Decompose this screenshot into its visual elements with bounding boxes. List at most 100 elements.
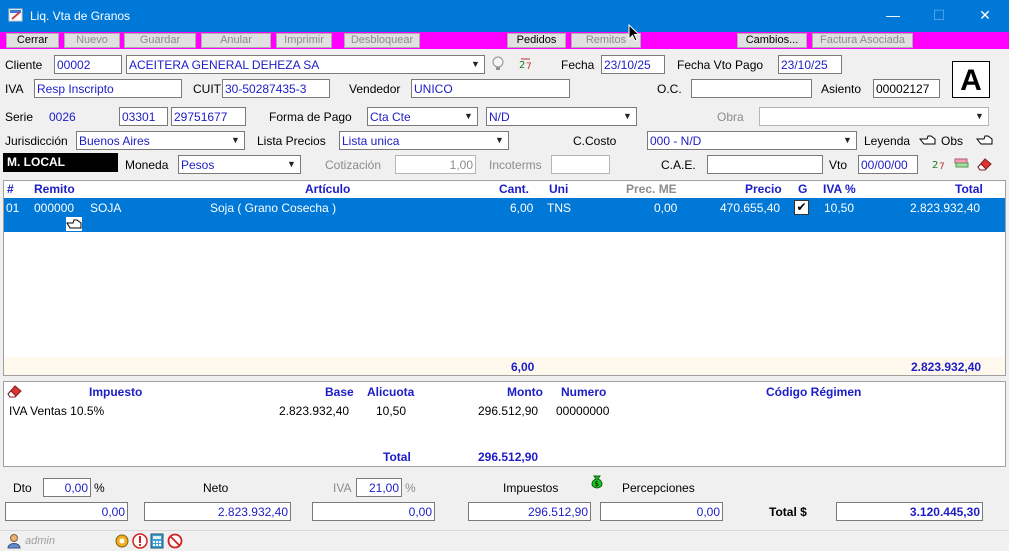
leyenda-label: Leyenda bbox=[864, 134, 911, 148]
oc-field[interactable] bbox=[691, 79, 812, 98]
total-field: 3.120.445,30 bbox=[836, 502, 983, 521]
table-row[interactable]: IVA Ventas 10.5% 2.823.932,40 10,50 296.… bbox=[4, 402, 1005, 420]
cambios-button[interactable]: Cambios... bbox=[737, 33, 807, 48]
chevron-down-icon[interactable]: ▼ bbox=[492, 133, 507, 148]
col-numero[interactable]: Numero bbox=[561, 385, 606, 399]
footer-cant: 6,00 bbox=[511, 360, 535, 374]
eraser-icon[interactable] bbox=[976, 156, 994, 172]
col-monto[interactable]: Monto bbox=[507, 385, 543, 399]
serie-value: 0026 bbox=[49, 110, 76, 124]
forma-pago-2-combo[interactable]: N/D ▼ bbox=[486, 107, 637, 126]
calculator-icon[interactable]: 27 bbox=[932, 157, 946, 171]
fecha-vto-field[interactable]: 23/10/25 bbox=[778, 55, 842, 74]
dto-pct-field[interactable]: 0,00 bbox=[43, 478, 91, 497]
iva-label: IVA bbox=[5, 82, 24, 96]
row-g-checkbox[interactable]: ✔ bbox=[794, 200, 809, 215]
table-row[interactable]: 01 000000 SOJA Soja ( Grano Cosecha ) 6,… bbox=[4, 198, 1005, 232]
row-iva: 10,50 bbox=[824, 201, 855, 215]
fecha-label: Fecha bbox=[561, 58, 595, 72]
maximize-button[interactable]: ☐ bbox=[916, 0, 962, 31]
cuit-field[interactable]: 30-50287435-3 bbox=[222, 79, 330, 98]
numero-comprobante-field[interactable]: 29751677 bbox=[171, 107, 246, 126]
punto-venta-field[interactable]: 03301 bbox=[119, 107, 168, 126]
cliente-code-field[interactable]: 00002 bbox=[54, 55, 122, 74]
cotizacion-label: Cotización bbox=[325, 158, 382, 172]
warning-icon[interactable] bbox=[132, 533, 148, 549]
chevron-down-icon[interactable]: ▼ bbox=[840, 133, 855, 148]
row-remito: 000000 bbox=[34, 201, 75, 215]
money-bag-icon[interactable]: $ bbox=[589, 474, 605, 490]
chevron-down-icon[interactable]: ▼ bbox=[284, 157, 299, 172]
cliente-name-combo[interactable]: ACEITERA GENERAL DEHEZA SA ▼ bbox=[126, 55, 485, 74]
lista-precios-value: Lista unica bbox=[342, 134, 400, 148]
forma-pago-2-value: N/D bbox=[489, 110, 510, 124]
imprimir-button[interactable]: Imprimir bbox=[276, 33, 332, 48]
chevron-down-icon[interactable]: ▼ bbox=[620, 109, 635, 124]
taxes-grid: Impuesto Base Alicuota Monto Numero Códi… bbox=[3, 381, 1006, 467]
moneda-combo[interactable]: Pesos ▼ bbox=[178, 155, 301, 174]
nuevo-button[interactable]: Nuevo bbox=[64, 33, 120, 48]
asiento-label: Asiento bbox=[821, 82, 862, 96]
col-g[interactable]: G bbox=[798, 182, 807, 196]
moneda-local-badge: M. LOCAL bbox=[3, 153, 118, 172]
vendedor-field[interactable]: UNICO bbox=[411, 79, 570, 98]
svg-text:2: 2 bbox=[519, 60, 525, 71]
moneda-value: Pesos bbox=[181, 158, 215, 172]
forma-pago-value: Cta Cte bbox=[370, 110, 411, 124]
cae-field[interactable] bbox=[707, 155, 823, 174]
minimize-button[interactable]: — bbox=[870, 0, 916, 31]
row-precio: 470.655,40 bbox=[720, 201, 781, 215]
col-precio[interactable]: Precio bbox=[745, 182, 782, 196]
cancel-icon[interactable] bbox=[167, 533, 183, 549]
dto-pct-sign: % bbox=[94, 481, 105, 495]
pedidos-button[interactable]: Pedidos bbox=[507, 33, 566, 48]
hand-pointer-icon[interactable] bbox=[66, 217, 82, 231]
col-impuesto[interactable]: Impuesto bbox=[89, 385, 142, 399]
anular-button[interactable]: Anular bbox=[201, 33, 271, 48]
obra-combo[interactable]: ▼ bbox=[759, 107, 989, 126]
col-alicuota[interactable]: Alicuota bbox=[367, 385, 414, 399]
chevron-down-icon[interactable]: ▼ bbox=[468, 57, 483, 72]
hand-pointer-icon[interactable] bbox=[919, 133, 937, 147]
cuit-label: CUIT bbox=[193, 82, 221, 96]
eraser-icon[interactable] bbox=[6, 383, 24, 399]
iva-pct-field[interactable]: 21,00 bbox=[356, 478, 402, 497]
dto-amount-field[interactable]: 0,00 bbox=[5, 502, 128, 521]
iva-field[interactable]: Resp Inscripto bbox=[34, 79, 182, 98]
hand-pointer-icon[interactable] bbox=[976, 133, 994, 147]
col-uni[interactable]: Uni bbox=[549, 182, 568, 196]
chevron-down-icon[interactable]: ▼ bbox=[972, 109, 987, 124]
tax-total-value: 296.512,90 bbox=[478, 450, 539, 464]
lightbulb-icon[interactable] bbox=[491, 56, 505, 72]
col-prec-me[interactable]: Prec. ME bbox=[626, 182, 677, 196]
calculator-icon[interactable] bbox=[150, 533, 164, 549]
jurisdiccion-combo[interactable]: Buenos Aires ▼ bbox=[76, 131, 245, 150]
gear-icon[interactable] bbox=[114, 533, 130, 549]
cerrar-button[interactable]: Cerrar bbox=[6, 33, 59, 48]
desbloquear-button[interactable]: Desbloquear bbox=[344, 33, 420, 48]
forma-pago-combo[interactable]: Cta Cte ▼ bbox=[367, 107, 478, 126]
fecha-field[interactable]: 23/10/25 bbox=[601, 55, 665, 74]
col-articulo[interactable]: Artículo bbox=[305, 182, 350, 196]
ccosto-combo[interactable]: 000 - N/D ▼ bbox=[647, 131, 857, 150]
incoterms-field[interactable] bbox=[551, 155, 610, 174]
svg-text:$: $ bbox=[595, 480, 599, 488]
chevron-down-icon[interactable]: ▼ bbox=[461, 109, 476, 124]
close-button[interactable]: ✕ bbox=[962, 0, 1008, 31]
col-codigo-regimen[interactable]: Código Régimen bbox=[766, 385, 861, 399]
col-num[interactable]: # bbox=[7, 182, 14, 196]
col-remito[interactable]: Remito bbox=[34, 182, 75, 196]
stack-icon[interactable] bbox=[954, 157, 970, 171]
col-base[interactable]: Base bbox=[325, 385, 354, 399]
guardar-button[interactable]: Guardar bbox=[124, 33, 196, 48]
lista-precios-combo[interactable]: Lista unica ▼ bbox=[339, 131, 509, 150]
col-iva[interactable]: IVA % bbox=[823, 182, 856, 196]
cotizacion-field[interactable]: 1,00 bbox=[395, 155, 476, 174]
chevron-down-icon[interactable]: ▼ bbox=[228, 133, 243, 148]
calculator-icon[interactable]: 27 bbox=[518, 56, 534, 72]
forma-pago-label: Forma de Pago bbox=[269, 110, 352, 124]
vto-field[interactable]: 00/00/00 bbox=[858, 155, 918, 174]
col-total[interactable]: Total bbox=[955, 182, 983, 196]
col-cant[interactable]: Cant. bbox=[499, 182, 529, 196]
factura-asociada-button[interactable]: Factura Asociada bbox=[812, 33, 913, 48]
